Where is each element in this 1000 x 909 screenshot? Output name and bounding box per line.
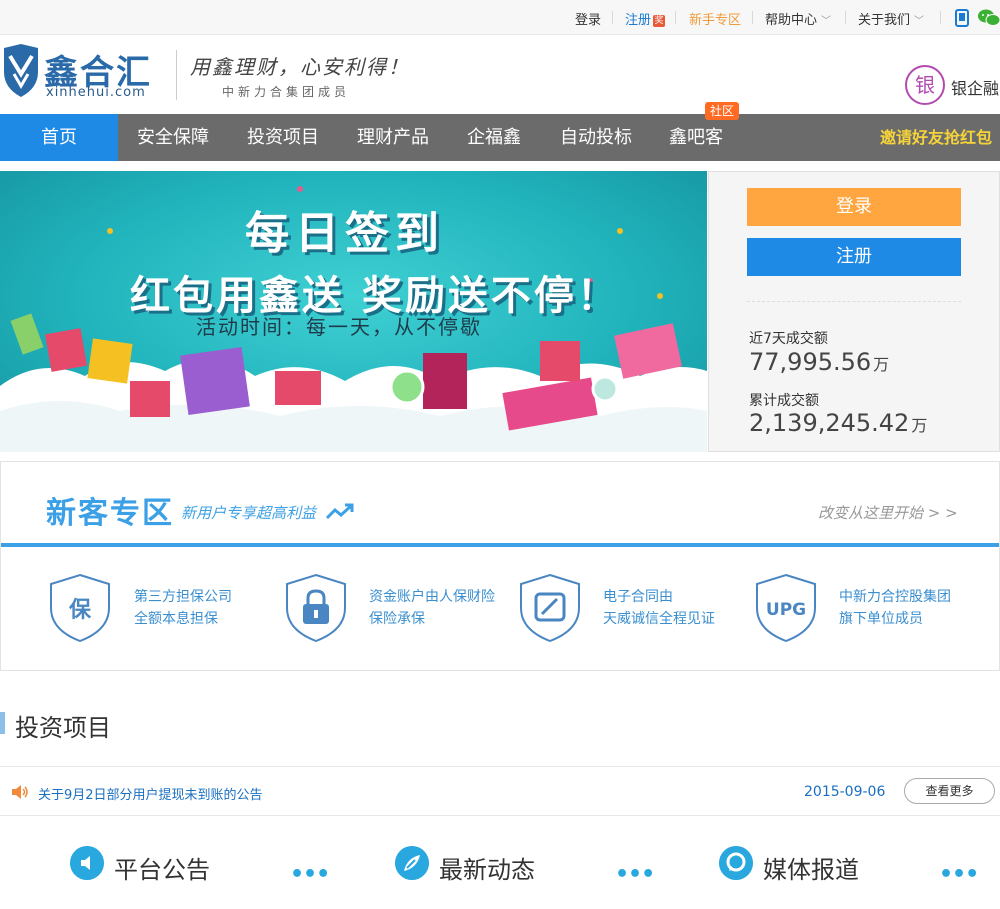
week-volume-value: 77,995.56 万 — [749, 348, 889, 376]
nav-item-qifuxin[interactable]: 企福鑫 — [448, 114, 540, 161]
help-label: 帮助中心 — [765, 13, 818, 28]
nav-item-security[interactable]: 安全保障 — [118, 114, 228, 161]
top-register-link[interactable]: 注册奖 — [625, 9, 666, 28]
divider — [747, 301, 961, 302]
logo-shield-icon[interactable] — [2, 44, 40, 98]
trend-up-icon — [325, 503, 354, 520]
register-button[interactable]: 注册 — [747, 238, 961, 276]
invite-friends-banner[interactable]: 邀请好友抢红包 — [880, 124, 992, 148]
news-column-label: 平台公告 — [114, 856, 210, 884]
total-volume-value: 2,139,245.42 万 — [749, 409, 927, 437]
feature-line: 旗下单位成员 — [839, 611, 923, 627]
feature-guarantee: 第三方担保公司 全额本息担保 — [134, 586, 232, 630]
more-dots-icon[interactable]: ••• — [939, 862, 979, 887]
total-volume-unit: 万 — [911, 416, 928, 435]
speaker-icon — [12, 785, 28, 799]
mobile-app-icon[interactable] — [955, 9, 969, 27]
reward-badge: 奖 — [653, 15, 666, 27]
investment-section-title: 投资项目 — [15, 714, 111, 742]
upg-shield-text: UPG — [766, 600, 806, 620]
community-badge: 社区 — [705, 102, 740, 120]
megaphone-icon — [70, 846, 104, 880]
top-newbie-link[interactable]: 新手专区 — [689, 9, 741, 28]
feature-group: 中新力合控股集团 旗下单位成员 — [839, 586, 951, 630]
news-column-label: 最新动态 — [439, 856, 535, 884]
newbie-subtitle-text: 新用户专享超高利益 — [181, 504, 317, 522]
divider — [940, 11, 941, 24]
week-volume-unit: 万 — [873, 355, 890, 374]
partner-logo-icon[interactable]: 银 — [905, 65, 945, 105]
feature-line: 全额本息担保 — [134, 611, 218, 627]
week-volume-label: 近7天成交额 — [749, 331, 828, 347]
leaf-pen-icon — [395, 846, 429, 880]
news-column-label: 媒体报道 — [763, 856, 859, 884]
newbie-zone-more-link[interactable]: 改变从这里开始 > > — [818, 502, 958, 523]
announcement-bar: 关于9月2日部分用户提现未到账的公告 2015-09-06 查看更多 — [0, 766, 1000, 816]
banner-title: 每日签到 — [245, 208, 445, 259]
lock-shield-icon — [286, 573, 346, 643]
promo-banner[interactable]: 每日签到 红包用鑫送 奖励送不停！ 活动时间：每一天，从不停歇 — [0, 171, 707, 452]
feature-line: 中新力合控股集团 — [839, 589, 951, 605]
logo-url: xinhehui.com — [46, 85, 146, 100]
nav-item-products[interactable]: 理财产品 — [338, 114, 448, 161]
feature-line: 资金账户由人保财险 — [369, 589, 495, 605]
newbie-zone: 新客专区 新用户专享超高利益 改变从这里开始 > > 保 第三方担保公司 全额本… — [0, 461, 1000, 671]
login-panel: 登录 注册 近7天成交额 77,995.56 万 累计成交额 2,139,245.… — [708, 171, 1000, 452]
announcement-date: 2015-09-06 — [804, 784, 886, 800]
about-label: 关于我们 — [858, 13, 911, 28]
section-accent-bar — [0, 712, 5, 734]
slogan: 用鑫理财，心安利得！ — [190, 55, 410, 79]
top-utility-bar: 登录 注册奖 新手专区 帮助中心 ﹀ 关于我们 ﹀ — [0, 0, 1000, 35]
wechat-icon[interactable] — [978, 8, 1000, 28]
feature-line: 天威诚信全程见证 — [603, 611, 715, 627]
nav-item-projects[interactable]: 投资项目 — [228, 114, 338, 161]
newbie-zone-subtitle: 新用户专享超高利益 — [181, 502, 355, 523]
feature-contract: 电子合同由 天威诚信全程见证 — [603, 586, 715, 630]
divider — [845, 11, 846, 24]
upg-shield-icon: UPG — [756, 573, 816, 643]
divider — [612, 11, 613, 24]
chevron-down-icon: ﹀ — [821, 16, 832, 27]
top-help-menu[interactable]: 帮助中心 ﹀ — [765, 9, 831, 28]
newbie-zone-title: 新客专区 — [46, 496, 174, 531]
top-login-link[interactable]: 登录 — [575, 9, 601, 28]
total-volume-number: 2,139,245.42 — [749, 409, 910, 437]
login-button[interactable]: 登录 — [747, 188, 961, 226]
feature-line: 电子合同由 — [603, 589, 673, 605]
chevron-down-icon: ﹀ — [914, 16, 925, 27]
register-label: 注册 — [625, 13, 652, 28]
divider — [1, 543, 999, 547]
nav-item-auto-bid[interactable]: 自动投标 — [540, 114, 652, 161]
announcement-link[interactable]: 关于9月2日部分用户提现未到账的公告 — [38, 784, 263, 803]
partner-name[interactable]: 银企融 — [951, 75, 999, 99]
divider — [752, 11, 753, 24]
site-header: 鑫合汇 xinhehui.com 用鑫理财，心安利得！ 中新力合集团成员 银 银… — [0, 35, 1000, 114]
feature-insurance: 资金账户由人保财险 保险承保 — [369, 586, 495, 630]
banner-activity-time: 活动时间：每一天，从不停歇 — [196, 315, 482, 339]
feature-line: 第三方担保公司 — [134, 589, 232, 605]
divider — [675, 11, 676, 24]
view-more-button[interactable]: 查看更多 — [904, 778, 995, 804]
nav-item-home[interactable]: 首页 — [0, 114, 118, 161]
divider — [176, 50, 177, 100]
nav-item-community[interactable]: 鑫吧客 — [652, 114, 740, 161]
slogan-subtitle: 中新力合集团成员 — [222, 85, 351, 99]
more-dots-icon[interactable]: ••• — [615, 862, 655, 887]
guarantee-shield-icon: 保 — [50, 573, 110, 643]
week-volume-number: 77,995.56 — [749, 348, 872, 376]
contract-shield-icon — [520, 573, 580, 643]
main-nav: 首页 安全保障 投资项目 理财产品 企福鑫 自动投标 鑫吧客 社区 邀请好友抢红… — [0, 102, 1000, 161]
total-volume-label: 累计成交额 — [749, 393, 819, 409]
chat-bubble-icon — [719, 846, 753, 880]
guarantee-shield-text: 保 — [68, 598, 92, 623]
feature-line: 保险承保 — [369, 611, 425, 627]
top-about-menu[interactable]: 关于我们 ﹀ — [858, 9, 924, 28]
more-dots-icon[interactable]: ••• — [290, 862, 330, 887]
